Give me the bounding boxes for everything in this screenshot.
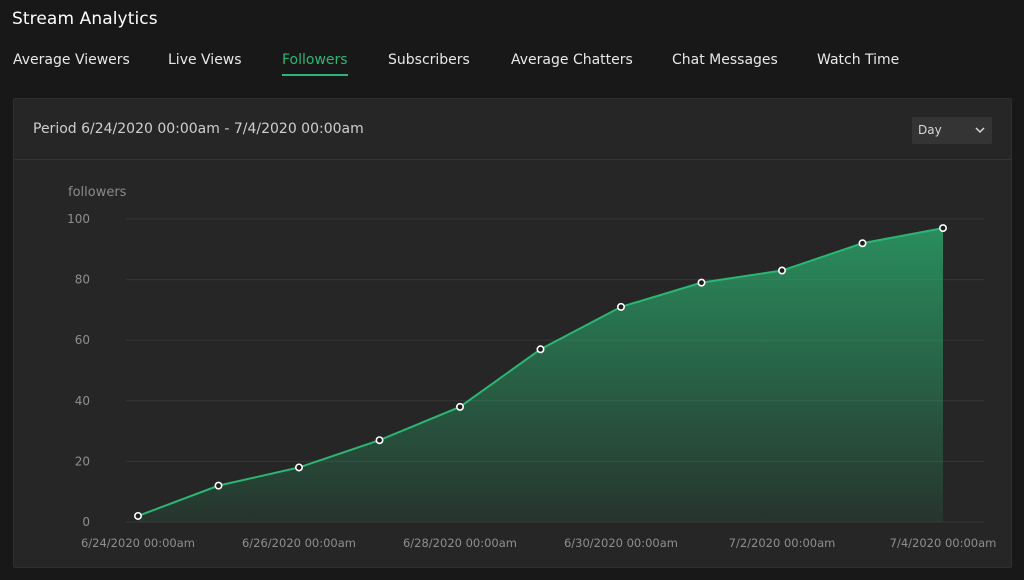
data-point[interactable] (536, 345, 545, 354)
y-tick-label: 60 (75, 333, 90, 347)
y-tick-label: 20 (75, 454, 90, 468)
tab-subscribers[interactable]: Subscribers (388, 52, 470, 76)
tab-average-chatters[interactable]: Average Chatters (511, 52, 633, 76)
data-point[interactable] (294, 463, 303, 472)
x-tick-label: 7/4/2020 00:00am (890, 536, 997, 550)
data-point[interactable] (938, 224, 947, 233)
y-axis-title: followers (68, 185, 127, 200)
x-tick-label: 6/26/2020 00:00am (242, 536, 356, 550)
data-point[interactable] (134, 511, 143, 520)
app-title: Stream Analytics (12, 9, 158, 29)
metric-tabs: Average Viewers Live Views Followers Sub… (0, 52, 1024, 86)
tab-followers[interactable]: Followers (282, 52, 348, 76)
tab-chat-messages[interactable]: Chat Messages (672, 52, 778, 76)
tab-average-viewers[interactable]: Average Viewers (13, 52, 130, 76)
followers-chart: followers 0 20 40 60 80 100 6/24/2020 00:00am… (67, 185, 996, 550)
area-fill (138, 228, 943, 522)
x-tick-label: 7/2/2020 00:00am (729, 536, 836, 550)
tab-followers-label: Followers (282, 52, 348, 68)
y-tick-label: 0 (82, 515, 90, 529)
data-point[interactable] (214, 481, 223, 490)
tab-watch-time[interactable]: Watch Time (817, 52, 899, 76)
y-tick-label: 80 (75, 273, 90, 287)
data-point[interactable] (777, 266, 786, 275)
active-tab-indicator (282, 74, 348, 76)
tab-live-views[interactable]: Live Views (168, 52, 242, 76)
x-axis-ticks: 6/24/2020 00:00am 6/26/2020 00:00am 6/28/2… (81, 536, 996, 550)
area-layer (137, 227, 944, 522)
data-point[interactable] (616, 302, 625, 311)
x-tick-label: 6/30/2020 00:00am (564, 536, 678, 550)
y-axis-ticks: 0 20 40 60 80 100 (67, 212, 90, 529)
x-tick-label: 6/24/2020 00:00am (81, 536, 195, 550)
data-point[interactable] (375, 436, 384, 445)
data-point[interactable] (858, 239, 867, 248)
y-tick-label: 40 (75, 394, 90, 408)
y-tick-label: 100 (67, 212, 90, 226)
data-point[interactable] (697, 278, 706, 287)
chart-panel: Period 6/24/2020 00:00am - 7/4/2020 00:0… (13, 98, 1012, 568)
x-tick-label: 6/28/2020 00:00am (403, 536, 517, 550)
data-point[interactable] (455, 402, 464, 411)
